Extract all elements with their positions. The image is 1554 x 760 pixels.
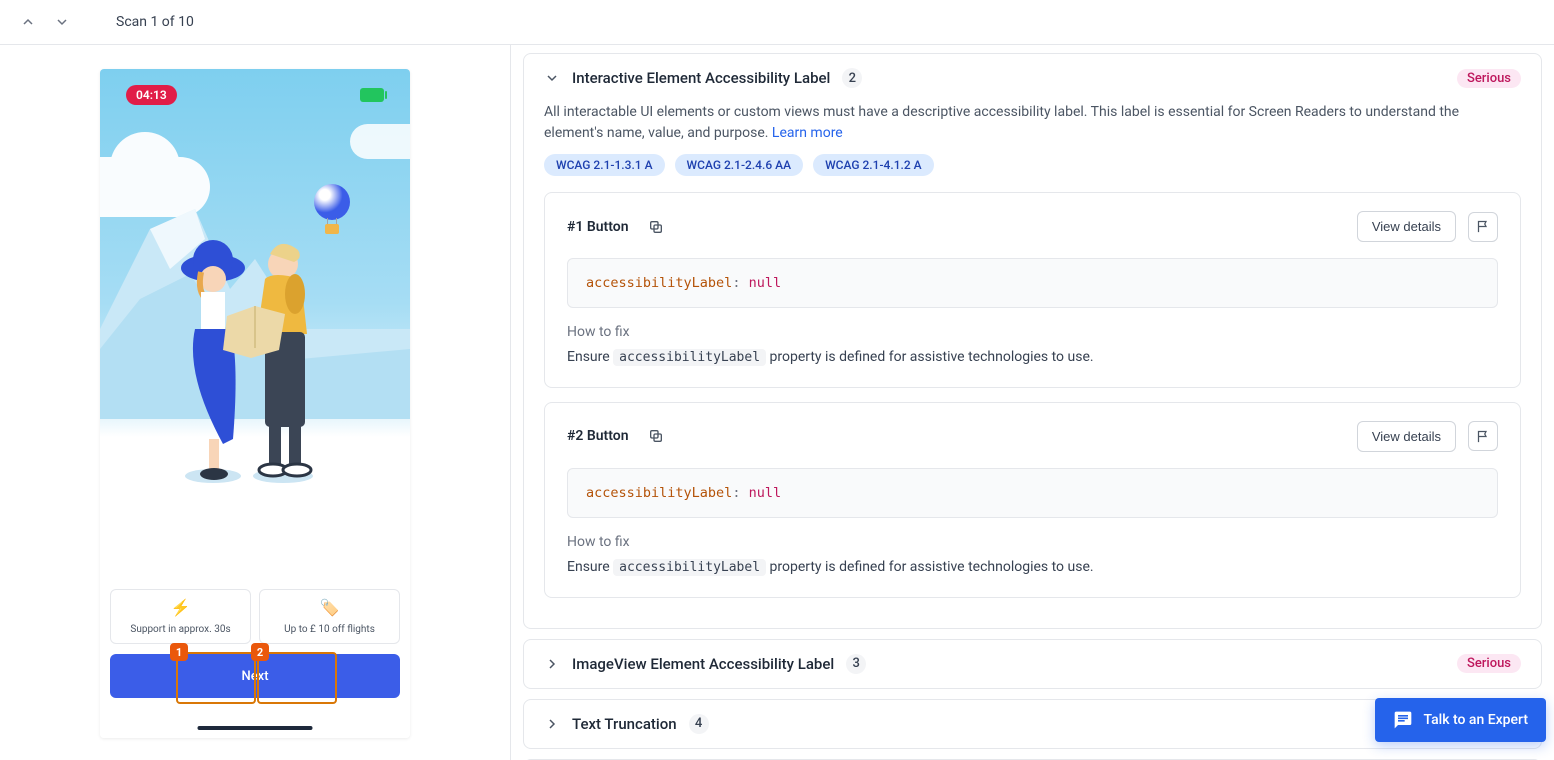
people-illustration — [165, 224, 345, 504]
main-layout: 04:13 — [0, 45, 1554, 760]
issue-highlight-1[interactable]: 1 — [176, 652, 256, 704]
chevron-right-icon — [544, 656, 560, 672]
topbar: Scan 1 of 10 — [0, 0, 1554, 45]
promo-card-support[interactable]: ⚡ Support in approx. 30s — [110, 589, 251, 644]
rule-description: All interactable UI elements or custom v… — [544, 102, 1521, 144]
code-snippet: accessibilityLabel: null — [567, 468, 1498, 518]
chat-widget[interactable]: Talk to an Expert — [1375, 698, 1546, 742]
wcag-chips: WCAG 2.1-1.3.1 A WCAG 2.1-2.4.6 AA WCAG … — [544, 154, 1521, 176]
flag-button[interactable] — [1468, 421, 1498, 451]
rule-body: All interactable UI elements or custom v… — [524, 102, 1541, 628]
flag-button[interactable] — [1468, 212, 1498, 242]
promo-card-label: Support in approx. 30s — [130, 624, 230, 635]
how-to-fix-label: How to fix — [567, 534, 1498, 550]
copy-icon — [648, 219, 664, 235]
view-details-button[interactable]: View details — [1357, 421, 1456, 452]
promo-cards: ⚡ Support in approx. 30s 🏷️ Up to £ 10 o… — [110, 589, 400, 644]
rule-title: ImageView Element Accessibility Label — [572, 655, 834, 673]
severity-badge: Serious — [1457, 69, 1521, 88]
copy-button[interactable] — [641, 212, 671, 242]
device-frame: 04:13 — [100, 69, 410, 738]
copy-icon — [648, 428, 664, 444]
cloud-shape — [350, 124, 410, 159]
rule-header[interactable]: ImageView Element Accessibility Label 3 … — [524, 640, 1541, 688]
issue-card: #1 Button View details accessibilityLabe… — [544, 192, 1521, 388]
next-scan-button[interactable] — [50, 10, 74, 34]
how-to-fix-label: How to fix — [567, 324, 1498, 340]
rule-title: Text Truncation — [572, 715, 677, 733]
prev-scan-button[interactable] — [16, 10, 40, 34]
view-details-button[interactable]: View details — [1357, 211, 1456, 242]
device-statusbar: 04:13 — [100, 83, 410, 107]
chevron-up-icon — [20, 14, 36, 30]
issue-title: #2 Button — [567, 428, 629, 444]
balloon-illustration — [314, 184, 350, 228]
rule-title: Interactive Element Accessibility Label — [572, 69, 830, 87]
battery-icon — [360, 88, 384, 102]
promo-card-label: Up to £ 10 off flights — [284, 624, 375, 635]
bolt-icon: ⚡ — [170, 596, 192, 618]
how-to-fix-body: Ensure accessibilityLabel property is de… — [567, 346, 1498, 369]
home-indicator — [198, 726, 313, 730]
copy-button[interactable] — [641, 421, 671, 451]
rule-count: 2 — [842, 68, 862, 88]
wcag-chip[interactable]: WCAG 2.1-4.1.2 A — [813, 154, 934, 176]
chevron-down-icon — [544, 70, 560, 86]
rule-count: 3 — [846, 654, 866, 674]
chat-label: Talk to an Expert — [1423, 712, 1528, 728]
issue-highlight-2[interactable]: 2 — [257, 652, 337, 704]
scan-counter: Scan 1 of 10 — [116, 14, 194, 30]
promo-card-discount[interactable]: 🏷️ Up to £ 10 off flights — [259, 589, 400, 644]
wcag-chip[interactable]: WCAG 2.1-1.3.1 A — [544, 154, 665, 176]
how-to-fix-body: Ensure accessibilityLabel property is de… — [567, 556, 1498, 579]
chevron-right-icon — [544, 716, 560, 732]
status-time: 04:13 — [126, 85, 177, 105]
rule-imageview-label: ImageView Element Accessibility Label 3 … — [523, 639, 1542, 689]
issue-card: #2 Button View details accessibilityLabe… — [544, 402, 1521, 598]
rule-interactive-label: Interactive Element Accessibility Label … — [523, 53, 1542, 629]
inline-code: accessibilityLabel — [613, 349, 766, 366]
severity-badge: Serious — [1457, 654, 1521, 673]
issue-header: #1 Button View details — [567, 211, 1498, 242]
code-snippet: accessibilityLabel: null — [567, 258, 1498, 308]
wcag-chip[interactable]: WCAG 2.1-2.4.6 AA — [675, 154, 804, 176]
screenshot-panel: 04:13 — [0, 45, 510, 760]
learn-more-link[interactable]: Learn more — [772, 125, 843, 141]
flag-icon — [1476, 429, 1491, 444]
inline-code: accessibilityLabel — [613, 559, 766, 576]
chevron-down-icon — [54, 14, 70, 30]
chat-icon — [1393, 710, 1413, 730]
issue-title: #1 Button — [567, 219, 629, 235]
rule-count: 4 — [689, 714, 709, 734]
issue-header: #2 Button View details — [567, 421, 1498, 452]
results-panel[interactable]: Interactive Element Accessibility Label … — [510, 45, 1554, 760]
rule-header[interactable]: Interactive Element Accessibility Label … — [524, 54, 1541, 102]
tag-icon: 🏷️ — [319, 596, 341, 618]
flag-icon — [1476, 219, 1491, 234]
